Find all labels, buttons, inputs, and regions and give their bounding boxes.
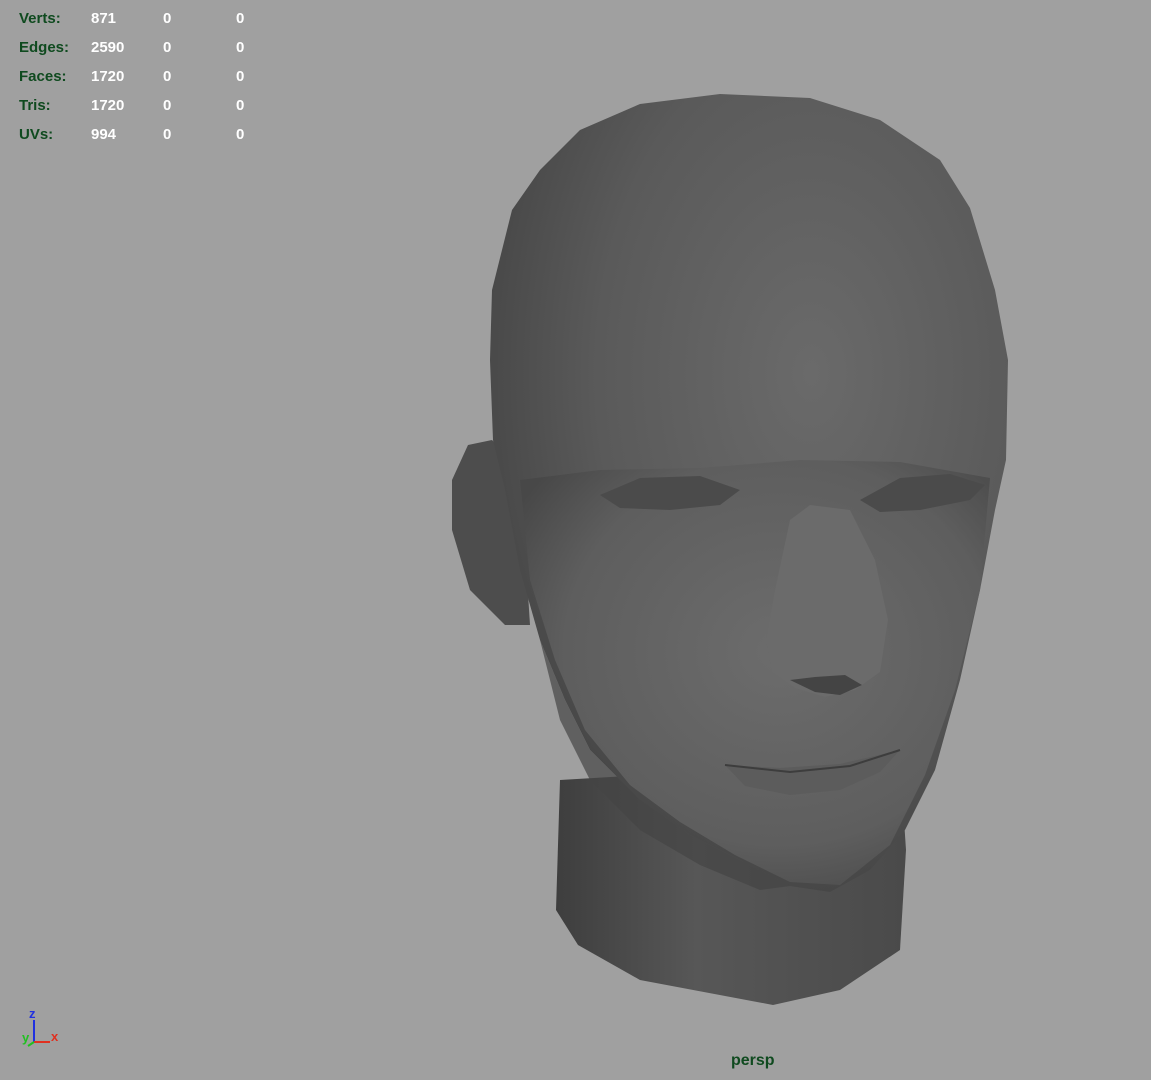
axis-y-label: y: [22, 1030, 30, 1045]
hud-total: 2590: [91, 39, 125, 56]
hud-component: 0: [236, 97, 245, 114]
hud-row-tris: Tris: 1720 0 0: [19, 91, 256, 120]
hud-total: 871: [91, 10, 117, 27]
hud-row-edges: Edges: 2590 0 0: [19, 33, 256, 62]
axis-gizmo-icon: z y x: [22, 1006, 59, 1047]
hud-selected: 0: [163, 126, 172, 143]
poly-count-hud: Verts: 871 0 0 Edges: 2590 0 0 Faces: 17…: [19, 4, 256, 149]
axis-x-label: x: [51, 1029, 59, 1044]
hud-selected: 0: [163, 97, 172, 114]
hud-selected: 0: [163, 68, 172, 85]
hud-label: Faces:: [19, 68, 67, 85]
hud-total: 994: [91, 126, 117, 143]
hud-label: Verts:: [19, 10, 61, 27]
hud-row-uvs: UVs: 994 0 0: [19, 120, 256, 149]
hud-component: 0: [236, 126, 245, 143]
camera-name-label: persp: [731, 1052, 775, 1069]
hud-component: 0: [236, 10, 245, 27]
hud-row-verts: Verts: 871 0 0: [19, 4, 256, 33]
hud-selected: 0: [163, 10, 172, 27]
hud-component: 0: [236, 39, 245, 56]
maya-viewport[interactable]: Verts: 871 0 0 Edges: 2590 0 0 Faces: 17…: [0, 0, 1151, 1080]
hud-label: Tris:: [19, 97, 51, 114]
head-model[interactable]: [0, 0, 1151, 1080]
hud-row-faces: Faces: 1720 0 0: [19, 62, 256, 91]
hud-total: 1720: [91, 68, 125, 85]
hud-total: 1720: [91, 97, 125, 114]
hud-label: Edges:: [19, 39, 70, 56]
hud-label: UVs:: [19, 126, 54, 143]
axis-z-label: z: [29, 1006, 36, 1021]
hud-selected: 0: [163, 39, 172, 56]
hud-component: 0: [236, 68, 245, 85]
